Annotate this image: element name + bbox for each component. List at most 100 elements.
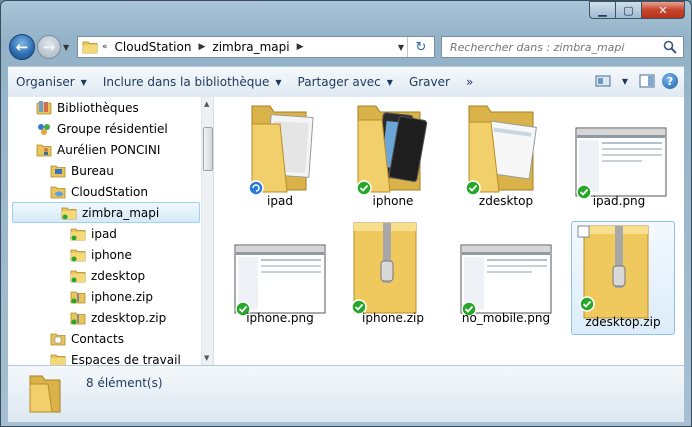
minimize-button[interactable]: ▁	[589, 1, 615, 19]
desktop-folder-icon	[50, 165, 66, 177]
file-name: ipad.png	[592, 194, 646, 208]
nav-item-label: zimbra_mapi	[82, 205, 160, 220]
organiser-label: Organiser	[16, 75, 75, 89]
include-library-menu[interactable]: Inclure dans la bibliothèque ▼	[95, 67, 290, 97]
search-box[interactable]	[441, 36, 684, 58]
folder-icon	[70, 249, 86, 261]
breadcrumb-zimbra-mapi[interactable]: zimbra_mapi	[209, 40, 292, 54]
folder-icon	[70, 270, 86, 282]
nav-item-ipad[interactable]: ipad	[70, 223, 117, 244]
nav-item-workspaces[interactable]: Espaces de travail	[50, 349, 181, 365]
user-folder-icon	[36, 144, 52, 156]
nav-item-label: Groupe résidentiel	[57, 121, 168, 136]
nav-item-label: Bureau	[71, 163, 114, 178]
explorer-window: ▁ ▢ ✕ ← → ▼ « CloudStation ▶ zimbra_mapi…	[0, 0, 692, 427]
file-item-iphone-png[interactable]: iphone.png	[225, 217, 335, 329]
nav-item-label: iphone.zip	[91, 289, 153, 304]
preview-pane-button[interactable]	[636, 70, 658, 92]
recent-pages-dropdown[interactable]: ▼	[63, 43, 69, 52]
forward-arrow-icon: →	[42, 38, 56, 56]
maximize-button[interactable]: ▢	[615, 1, 641, 19]
chevron-down-icon: ▼	[386, 77, 393, 87]
search-icon[interactable]	[663, 40, 677, 54]
nav-item-label: zdesktop	[91, 268, 146, 283]
folder-with-content-icon	[248, 105, 314, 196]
file-item-iphone-zip[interactable]: iphone.zip	[338, 217, 448, 329]
view-controls: ▼ ?	[592, 70, 678, 92]
nav-item-label: Aurélien PONCINI	[57, 142, 161, 157]
help-button[interactable]: ?	[662, 73, 678, 89]
burn-label: Graver	[408, 75, 450, 89]
scrollbar-thumb[interactable]	[203, 127, 213, 171]
address-history-dropdown[interactable]: ▼	[398, 43, 404, 52]
organiser-menu[interactable]: Organiser ▼	[8, 67, 95, 97]
breadcrumb-overflow[interactable]: «	[98, 42, 112, 52]
nav-item-cloudstation[interactable]: CloudStation	[50, 181, 148, 202]
nav-item-iphone[interactable]: iphone	[70, 244, 132, 265]
nav-item-homegroup[interactable]: Groupe résidentiel	[36, 118, 168, 139]
breadcrumb-cloudstation[interactable]: CloudStation	[112, 40, 195, 54]
file-item-no-mobile-png[interactable]: no_mobile.png	[451, 217, 561, 329]
nav-item-label: Bibliothèques	[57, 100, 139, 115]
forward-button[interactable]: →	[37, 35, 61, 59]
file-item-ipad-png[interactable]: ipad.png	[564, 100, 674, 212]
change-view-button[interactable]	[592, 70, 614, 92]
image-thumbnail-icon	[460, 244, 552, 317]
folder-icon	[61, 207, 77, 219]
breadcrumb-separator-icon[interactable]: ▶	[293, 42, 308, 52]
share-with-menu[interactable]: Partager avec ▼	[290, 67, 401, 97]
more-commands-button[interactable]: »	[458, 67, 481, 97]
nav-item-label: CloudStation	[71, 184, 148, 199]
file-item-iphone[interactable]: iphone	[338, 100, 448, 212]
scroll-down-icon[interactable]: ▼	[204, 354, 209, 362]
nav-item-iphone-zip[interactable]: iphone.zip	[70, 286, 153, 307]
chevron-down-icon: ▼	[621, 76, 629, 86]
nav-item-zdesktop[interactable]: zdesktop	[70, 265, 145, 286]
folder-large-icon	[29, 375, 61, 413]
refresh-icon: ↻	[415, 39, 427, 55]
navigation-pane: Bibliothèques Groupe résidentiel Aurélie…	[8, 97, 214, 365]
file-item-ipad[interactable]: ipad	[225, 100, 335, 212]
nav-item-zimbra-mapi[interactable]: zimbra_mapi	[12, 202, 200, 223]
nav-item-label: ipad	[91, 226, 117, 241]
file-name: zdesktop	[478, 194, 534, 208]
nav-item-label: Contacts	[71, 331, 124, 346]
refresh-button[interactable]: ↻	[407, 37, 434, 57]
close-button[interactable]: ✕	[641, 1, 685, 19]
file-item-zdesktop[interactable]: zdesktop	[451, 100, 561, 212]
nav-item-label: zdesktop.zip	[91, 310, 167, 325]
zip-folder-icon	[70, 312, 86, 324]
folder-icon	[70, 228, 86, 240]
nav-item-label: Espaces de travail	[71, 352, 181, 366]
nav-item-libraries[interactable]: Bibliothèques	[36, 97, 139, 118]
zip-folder-icon	[70, 291, 86, 303]
image-thumbnail-icon	[234, 244, 326, 317]
view-options-dropdown[interactable]: ▼	[614, 70, 636, 92]
navigation-scrollbar[interactable]: ▲ ▼	[201, 97, 213, 365]
share-with-label: Partager avec	[297, 75, 381, 89]
folder-with-content-icon	[356, 105, 428, 196]
search-input[interactable]	[442, 39, 657, 55]
back-arrow-icon: ←	[15, 38, 29, 56]
nav-item-zdesktop-zip[interactable]: zdesktop.zip	[70, 307, 166, 328]
nav-item-contacts[interactable]: Contacts	[50, 328, 124, 349]
burn-button[interactable]: Graver	[401, 67, 458, 97]
include-library-label: Inclure dans la bibliothèque	[102, 75, 270, 89]
back-button[interactable]: ←	[9, 34, 35, 60]
address-bar[interactable]: « CloudStation ▶ zimbra_mapi ▶ ▼ ↻	[77, 36, 435, 58]
homegroup-icon	[38, 123, 50, 135]
nav-item-bureau[interactable]: Bureau	[50, 160, 114, 181]
zip-folder-icon	[351, 222, 417, 315]
file-item-zdesktop-zip[interactable]: zdesktop.zip	[571, 221, 675, 335]
scroll-up-icon[interactable]: ▲	[204, 100, 209, 108]
nav-item-user[interactable]: Aurélien PONCINI	[36, 139, 160, 160]
nav-item-label: iphone	[91, 247, 132, 262]
contacts-icon	[50, 333, 66, 345]
breadcrumb-separator-icon[interactable]: ▶	[194, 42, 209, 52]
caption-buttons: ▁ ▢ ✕	[589, 1, 685, 19]
file-name: no_mobile.png	[461, 311, 551, 325]
file-name: zdesktop.zip	[585, 315, 661, 329]
navigation-bar: ← → ▼ « CloudStation ▶ zimbra_mapi ▶ ▼ ↻	[1, 34, 691, 62]
details-pane: 8 élément(s)	[8, 365, 684, 422]
zip-folder-icon	[577, 225, 649, 319]
